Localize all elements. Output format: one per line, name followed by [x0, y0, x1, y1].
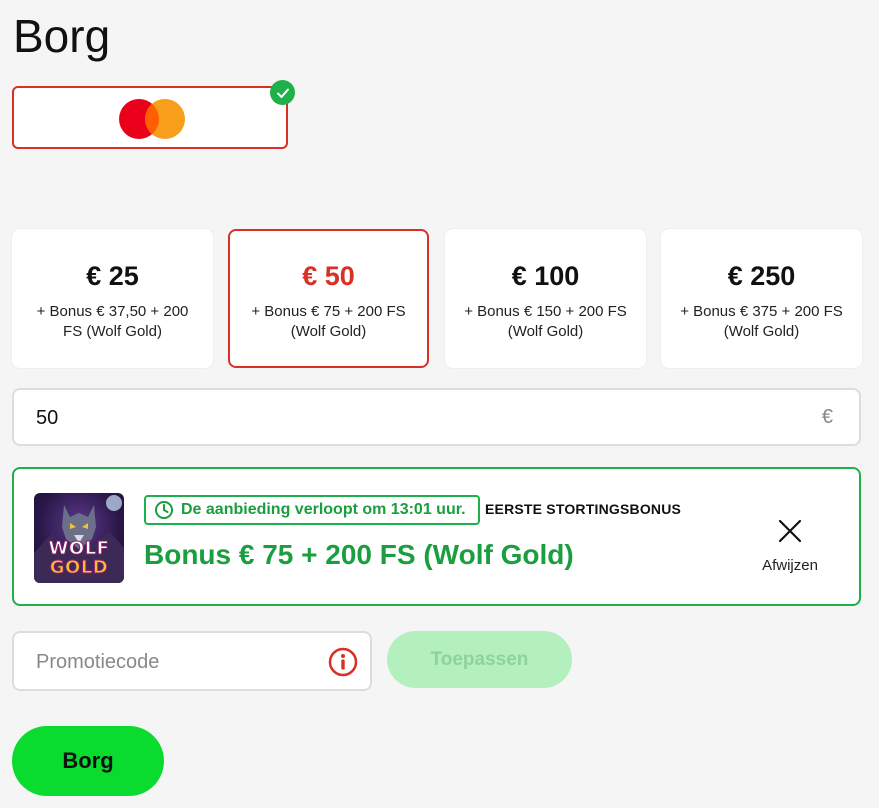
deposit-submit-button[interactable]: Borg: [12, 726, 164, 796]
amount-bonus-text: + Bonus € 375 + 200 FS (Wolf Gold): [680, 303, 843, 340]
check-icon: [270, 80, 295, 105]
amount-value: € 250: [727, 261, 796, 291]
wolf-gold-game-thumbnail: WOLF GOLD: [34, 493, 124, 583]
amount-input[interactable]: [34, 390, 798, 446]
amount-option-50[interactable]: € 50 + Bonus € 75 + 200 FS (Wolf Gold): [228, 229, 429, 368]
bonus-type-label: EERSTE STORTINGSBONUS: [485, 501, 682, 517]
payment-method-mastercard[interactable]: [12, 86, 288, 149]
amount-value: € 50: [302, 261, 355, 291]
mastercard-logo-icon: [119, 99, 185, 139]
amount-option-25[interactable]: € 25 + Bonus € 37,50 + 200 FS (Wolf Gold…: [12, 229, 213, 368]
bonus-title: Bonus € 75 + 200 FS (Wolf Gold): [144, 539, 574, 570]
info-icon: [328, 647, 358, 677]
clock-icon: [155, 501, 173, 519]
game-logo-word: GOLD: [49, 557, 109, 578]
amount-option-100[interactable]: € 100 + Bonus € 150 + 200 FS (Wolf Gold): [445, 229, 646, 368]
promo-code-input[interactable]: [34, 633, 328, 691]
amount-value: € 100: [511, 261, 580, 291]
game-logo-word: WOLF: [48, 538, 110, 559]
amount-bonus-text: + Bonus € 37,50 + 200 FS (Wolf Gold): [36, 303, 189, 340]
offer-timer-text: De aanbieding verloopt om 13:01 uur.: [181, 501, 466, 518]
currency-symbol: €: [821, 406, 833, 428]
close-icon: [778, 519, 802, 543]
apply-promo-button[interactable]: Toepassen: [387, 631, 572, 688]
dismiss-bonus-button[interactable]: Afwijzen: [758, 519, 822, 585]
amount-options: € 25 + Bonus € 37,50 + 200 FS (Wolf Gold…: [12, 229, 863, 368]
bonus-offer-card: WOLF GOLD De aanbieding verloopt om 13:0…: [12, 467, 861, 606]
amount-field: €: [12, 388, 861, 446]
amount-option-250[interactable]: € 250 + Bonus € 375 + 200 FS (Wolf Gold): [661, 229, 862, 368]
dismiss-label: Afwijzen: [762, 557, 818, 574]
page-title: Borg: [13, 10, 111, 62]
offer-timer: De aanbieding verloopt om 13:01 uur.: [144, 495, 480, 525]
promo-code-field: [12, 631, 372, 691]
amount-value: € 25: [86, 261, 139, 291]
amount-bonus-text: + Bonus € 150 + 200 FS (Wolf Gold): [464, 303, 627, 340]
amount-bonus-text: + Bonus € 75 + 200 FS (Wolf Gold): [251, 303, 406, 340]
